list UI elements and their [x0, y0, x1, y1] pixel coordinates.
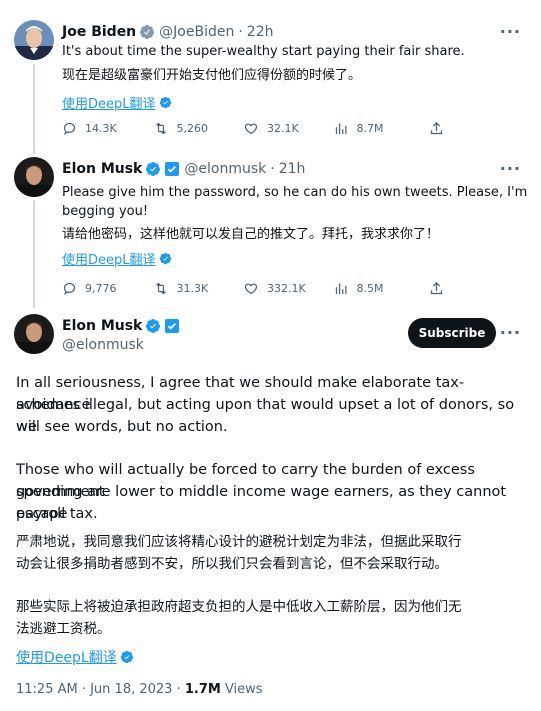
tweet-timestamp[interactable]: 11:25 AM · Jun 18, 2023 · [16, 682, 185, 697]
thread-line [33, 64, 35, 154]
tweet-text-line: Please give him the password, so he can … [62, 185, 528, 200]
tweet-meta: 11:25 AM · Jun 18, 2023 · 1.7M Views [16, 682, 263, 697]
handle[interactable]: @JoeBiden [159, 24, 234, 40]
retweet-button[interactable]: 5,260 [153, 121, 244, 136]
reply-icon [63, 122, 76, 135]
share-icon [430, 121, 443, 135]
retweet-button[interactable]: 31.3K [153, 281, 244, 296]
reply-button[interactable]: 9,776 [62, 281, 153, 296]
analytics-icon [335, 283, 346, 295]
verified-icon [145, 318, 161, 334]
display-name[interactable]: Elon Musk [62, 161, 142, 177]
tweet-header: Joe Biden @JoeBiden · 22h [62, 24, 273, 40]
action-bar: 14.3K 5,260 32.1K 8.7M [62, 121, 452, 136]
view-count: 8.7M [356, 122, 384, 135]
affiliate-x-badge-icon [164, 161, 180, 177]
more-options-icon[interactable]: ··· [500, 159, 521, 178]
tweet-paragraph-line: will see words, but no action. [16, 419, 228, 435]
verified-icon [145, 161, 161, 177]
translation-line: 法逃避工资税。 [16, 621, 111, 637]
heart-icon [244, 283, 258, 295]
reply-button[interactable]: 14.3K [62, 121, 153, 136]
views-label: Views [220, 682, 263, 697]
like-count: 32.1K [267, 122, 299, 135]
action-bar: 9,776 31.3K 332.1K 8.5M [62, 281, 452, 296]
handle[interactable]: @elonmusk [184, 161, 266, 177]
reply-icon [63, 282, 76, 295]
like-count: 332.1K [267, 282, 306, 295]
subscribe-button[interactable]: Subscribe [408, 318, 496, 348]
translate-label: 使用DeepL翻译 [16, 650, 117, 666]
translation-line: 那些实际上将被迫承担政府超支负担的人是中低收入工薪阶层，因为他们无 [16, 599, 462, 615]
deepl-badge-icon [159, 96, 171, 109]
analytics-icon [335, 123, 346, 135]
share-button[interactable] [429, 121, 452, 136]
translate-link[interactable]: 使用DeepL翻译 [62, 93, 172, 112]
handle-row: @elonmusk [58, 337, 144, 353]
translate-link[interactable]: 使用DeepL翻译 [16, 647, 134, 667]
more-options-icon[interactable]: ··· [500, 323, 521, 342]
like-button[interactable]: 32.1K [243, 121, 334, 136]
retweet-icon [155, 122, 166, 135]
view-count: 8.5M [356, 282, 384, 295]
affiliate-x-badge-icon [164, 318, 180, 334]
translate-link[interactable]: 使用DeepL翻译 [62, 249, 172, 268]
share-button[interactable] [429, 281, 452, 296]
separator-dot: · [238, 24, 243, 40]
heart-icon [244, 123, 258, 135]
translation-line: 严肃地说，我同意我们应该将精心设计的避税计划定为非法，但据此采取行 [16, 534, 462, 550]
reply-count: 14.3K [85, 122, 117, 135]
views-button[interactable]: 8.5M [334, 281, 429, 296]
retweet-count: 5,260 [176, 122, 209, 135]
tweet-text-translation: 现在是超级富豪们开始支付他们应得份额的时候了。 [62, 68, 362, 83]
retweet-icon [155, 282, 166, 295]
translation-line: 动会让很多捐助者感到不安，所以我们只会看到言论，但不会采取行动。 [16, 556, 448, 572]
translate-label: 使用DeepL翻译 [62, 97, 156, 112]
share-icon [430, 281, 443, 295]
tweet-text-line: begging you! [62, 204, 149, 219]
verified-gray-icon [139, 24, 155, 40]
separator-dot: · [270, 161, 275, 177]
like-button[interactable]: 332.1K [243, 281, 334, 296]
deepl-badge-icon [120, 650, 133, 664]
timestamp[interactable]: 22h [247, 24, 274, 40]
reply-count: 9,776 [85, 282, 117, 295]
thread-line [33, 200, 35, 308]
avatar[interactable] [14, 157, 54, 197]
avatar[interactable] [14, 20, 54, 60]
translate-label: 使用DeepL翻译 [62, 253, 156, 268]
tweet-header: Elon Musk [62, 318, 180, 334]
tweet-text: It's about time the super-wealthy start … [62, 44, 465, 59]
tweet-header: Elon Musk @elonmusk · 21h [62, 161, 305, 177]
display-name[interactable]: Joe Biden [62, 24, 136, 40]
avatar[interactable] [14, 314, 54, 354]
tweet-text-translation: 请给他密码，这样他就可以发自己的推文了。拜托，我求求你了！ [62, 227, 440, 242]
more-options-icon[interactable]: ··· [500, 22, 521, 41]
retweet-count: 31.3K [176, 282, 209, 295]
display-name[interactable]: Elon Musk [62, 318, 142, 334]
view-count: 1.7M [184, 682, 221, 697]
tweet-paragraph-line: payroll tax. [16, 506, 98, 522]
deepl-badge-icon [159, 252, 171, 265]
handle[interactable]: @elonmusk [62, 337, 144, 353]
timestamp[interactable]: 21h [279, 161, 306, 177]
views-button[interactable]: 8.7M [334, 121, 429, 136]
